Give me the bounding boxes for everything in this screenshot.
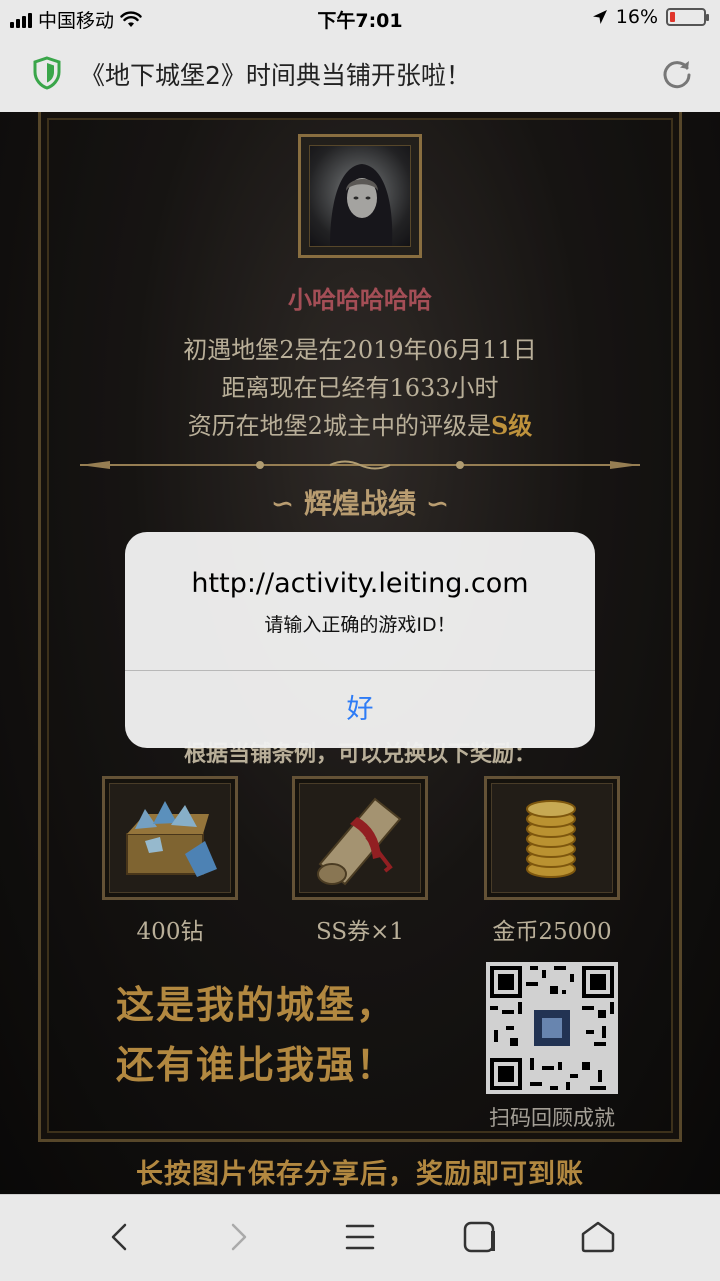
alert-dialog: http://activity.leiting.com 请输入正确的游戏ID！ … — [125, 532, 595, 748]
forward-icon[interactable] — [218, 1217, 258, 1257]
back-icon[interactable] — [100, 1217, 140, 1257]
location-arrow-icon — [592, 10, 607, 24]
battery-level — [670, 12, 675, 22]
alert-title: http://activity.leiting.com — [191, 568, 529, 599]
alert-message: 请输入正确的游戏ID！ — [264, 614, 456, 636]
tabs-icon[interactable] — [460, 1217, 500, 1257]
alert-ok-button[interactable]: 好 — [125, 671, 595, 748]
home-icon[interactable] — [578, 1217, 618, 1257]
battery-icon — [666, 8, 709, 26]
status-bar: 中国移动 下午7:01 16% — [0, 0, 720, 36]
reload-icon[interactable] — [660, 56, 694, 90]
status-right: 16% — [592, 6, 709, 28]
shield-icon[interactable] — [32, 56, 62, 90]
browser-toolbar — [0, 1194, 720, 1281]
menu-icon[interactable] — [340, 1217, 380, 1257]
browser-address-bar: 《地下城堡2》时间典当铺开张啦！ — [0, 36, 720, 113]
page-title[interactable]: 《地下城堡2》时间典当铺开张啦！ — [80, 56, 471, 92]
battery-percent: 16% — [615, 6, 658, 28]
